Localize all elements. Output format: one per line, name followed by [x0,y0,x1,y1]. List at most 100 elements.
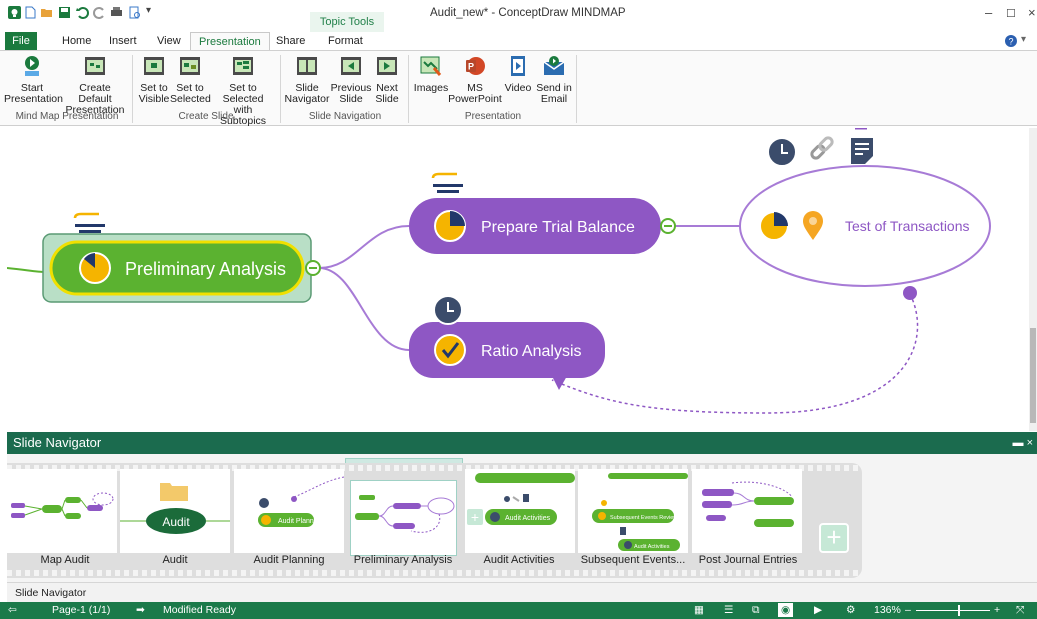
notes-icon[interactable] [73,212,105,233]
vertical-scrollbar[interactable] [1029,128,1037,431]
status-bar: ⇦ Page-1 (1/1) ➡ Modified Ready ▦ ☰ ⧉ ◉ … [0,602,1037,619]
relationship-endpoint[interactable] [903,286,917,300]
group-label-mind-map-presentation: Mind Map Presentation [15,111,119,122]
svg-text:P: P [468,62,474,72]
slide-navigator-tab[interactable]: Slide Navigator [7,582,1037,602]
relationship-line [551,293,919,414]
notes-icon[interactable] [431,172,463,193]
tab-file[interactable]: File [5,32,37,50]
slide-thumbnail-map-audit[interactable] [7,469,117,553]
ms-powerpoint-button[interactable]: P MS PowerPoint [448,54,502,105]
new-document-icon[interactable] [24,6,37,19]
slide-thumbnail-subsequent-events[interactable]: Subsequent Events Review Audit Activitie… [578,469,688,553]
slide-thumbnail-preliminary-analysis[interactable] [350,480,457,556]
tab-home[interactable]: Home [62,32,91,50]
zoom-slider-track[interactable] [916,610,990,611]
next-slide-icon [377,57,397,75]
ribbon-tabs: File Home Insert View Presentation Share… [0,32,1037,50]
clock-icon[interactable] [433,295,463,325]
hyperlink-icon[interactable] [810,136,834,160]
save-icon[interactable] [58,6,71,19]
outline-view-icon[interactable]: ☰ [724,602,733,619]
thumbnail-label: Audit Activities [505,515,551,522]
preview-icon[interactable] [128,6,141,19]
title-bar: ▾ Topic Tools Audit_new* - ConceptDraw M… [0,0,1037,32]
mindmap-view-icon[interactable]: ▦ [694,602,704,619]
connector-line [318,225,410,269]
contextual-tab-topic-tools[interactable]: Topic Tools [310,12,384,32]
images-button[interactable]: Images [412,54,450,94]
central-topic[interactable]: Preliminary Analysis [42,233,312,303]
folder-icon [160,483,188,501]
slide-label: Audit Activities [483,554,555,566]
film-perforation [7,570,862,576]
group-label-slide-navigation: Slide Navigation [308,111,382,122]
slide-navigator-header: Slide Navigator ▬ × [7,432,1037,454]
tab-share[interactable]: Share [276,32,305,50]
topic-test-of-transactions[interactable]: Test of Transactions [739,165,991,287]
pin-close-icon[interactable]: ▬ × [1013,432,1033,454]
slide-label: Post Journal Entries [698,554,798,566]
thumbnail-label: Audit Planning [278,518,323,525]
video-icon [511,56,525,76]
slide-label: Audit Planning [253,554,325,566]
thumbnail-label: Audit [162,515,190,529]
video-button[interactable]: Video [502,54,534,94]
add-slide-button[interactable]: + [819,523,849,553]
slides-view-icon[interactable]: ◉ [778,603,794,617]
slide-thumbnail-audit-activities[interactable]: Audit Activities + [465,469,575,553]
app-logo-icon [8,6,21,19]
prev-page-icon[interactable]: ⇦ [8,602,17,619]
send-in-email-button[interactable]: Send in Email [534,54,574,105]
powerpoint-icon: P [466,57,485,75]
set-to-selected-button[interactable]: Set to Selected [170,54,211,105]
maximize-icon[interactable]: ☐ [1006,7,1016,20]
start-presentation-button[interactable]: Start Presentation [4,54,63,105]
clock-icon[interactable] [767,137,797,167]
zoom-slider-thumb[interactable] [958,605,960,616]
slide-navigator-button[interactable]: Slide Navigator [284,54,330,105]
topic-ratio-analysis[interactable]: Ratio Analysis [409,322,605,390]
task-done-icon [434,334,466,366]
tab-presentation[interactable]: Presentation [190,32,270,50]
previous-slide-button[interactable]: Previous Slide [330,54,372,105]
slide-thumbnail-post-journal-entries[interactable] [692,469,802,553]
create-default-presentation-button[interactable]: Create Default Presentation [62,54,128,116]
minimize-icon[interactable]: – [985,5,992,20]
fit-page-icon[interactable]: ⤧ [1016,602,1024,619]
help-icon[interactable]: ? [1005,35,1017,47]
open-folder-icon[interactable] [40,6,53,19]
tab-view[interactable]: View [157,32,181,50]
zoom-in-icon[interactable]: + [994,602,1000,619]
topic-label-ratio-analysis: Ratio Analysis [481,343,582,360]
zoom-out-icon[interactable]: – [905,602,911,619]
diagram-view-icon[interactable]: ⧉ [752,602,760,619]
close-icon[interactable]: × [1028,5,1036,20]
settings-gear-icon[interactable]: ⚙ [846,602,855,619]
slide-label: Subsequent Events... [580,554,686,566]
slide-thumbnail-audit-planning[interactable]: Audit Planning [234,469,345,553]
next-page-icon[interactable]: ➡ [136,602,145,619]
slide-thumbnail-audit[interactable]: Audit [120,469,230,553]
thumbnail-drawing: Subsequent Events Review Audit Activitie… [592,473,688,551]
notes-page-icon[interactable] [851,128,873,164]
tab-format[interactable]: Format [328,32,363,50]
print-icon[interactable] [110,6,123,19]
play-icon[interactable]: ▶ [814,602,822,619]
customize-quick-access-icon[interactable]: ▾ [146,5,151,16]
mind-map-canvas[interactable]: Preliminary Analysis Prepare Trial Balan… [7,128,1029,431]
help-dropdown-icon[interactable]: ▾ [1021,34,1026,45]
set-to-visible-button[interactable]: Set to Visible [136,54,172,105]
slide-navigator-icon [297,57,317,75]
thumbnail-drawing: Audit [120,483,230,534]
tab-insert[interactable]: Insert [109,32,137,50]
redo-icon[interactable] [93,6,106,19]
set-selected-subtopics-icon [233,57,253,75]
undo-icon[interactable] [76,6,89,19]
group-separator [280,55,281,123]
scrollbar-thumb[interactable] [1030,328,1036,423]
topic-prepare-trial-balance[interactable]: Prepare Trial Balance [409,198,661,254]
topic-label-trial-balance: Prepare Trial Balance [481,219,635,236]
group-separator [132,55,133,123]
next-slide-button[interactable]: Next Slide [370,54,404,105]
